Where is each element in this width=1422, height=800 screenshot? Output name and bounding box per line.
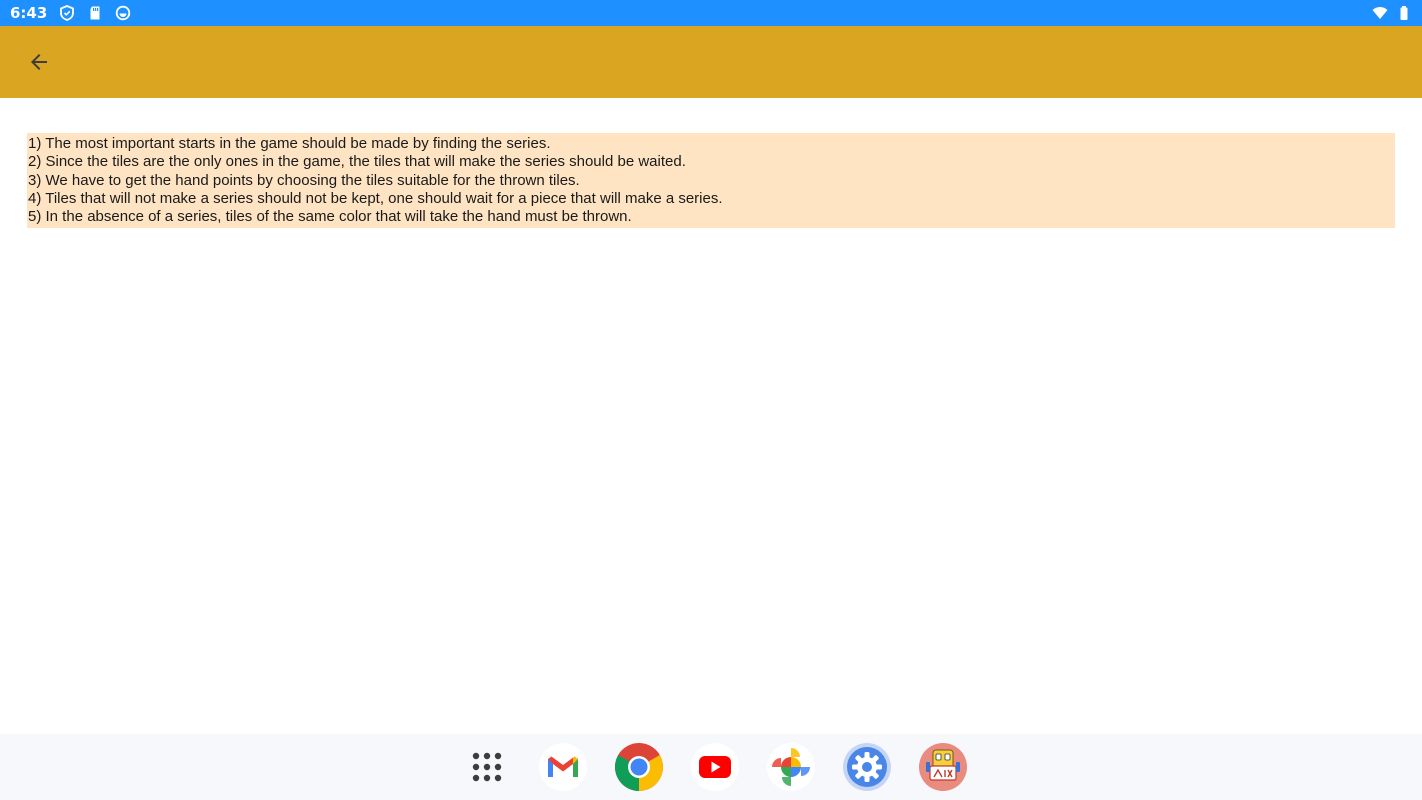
okey-game-app[interactable]: [918, 742, 968, 792]
youtube-icon: [691, 743, 739, 791]
app-bar: [0, 26, 1422, 98]
photos-app[interactable]: [766, 742, 816, 792]
rules-text-block: 1) The most important starts in the game…: [27, 133, 1395, 228]
all-apps-icon: [472, 752, 502, 782]
rule-line: 1) The most important starts in the game…: [28, 135, 551, 152]
shield-icon: [59, 5, 75, 21]
all-apps-button[interactable]: [462, 742, 512, 792]
settings-icon: [843, 743, 891, 791]
gmail-icon: [539, 743, 587, 791]
settings-app[interactable]: [842, 742, 892, 792]
app-dock: [454, 742, 968, 792]
chrome-app[interactable]: [614, 742, 664, 792]
wifi-icon: [1372, 5, 1388, 21]
status-left: 6:43: [10, 4, 131, 22]
okey-game-icon: [919, 743, 967, 791]
photos-icon: [767, 743, 815, 791]
sync-icon: [115, 5, 131, 21]
status-right: [1372, 5, 1412, 21]
back-button[interactable]: [15, 38, 63, 86]
chrome-icon: [614, 743, 664, 791]
gmail-app[interactable]: [538, 742, 588, 792]
status-bar: 6:43: [0, 0, 1422, 26]
rule-line: 3) We have to get the hand points by cho…: [28, 171, 580, 189]
taskbar: [0, 734, 1422, 800]
youtube-app[interactable]: [690, 742, 740, 792]
sd-card-icon: [87, 5, 103, 21]
rule-line: 5) In the absence of a series, tiles of …: [28, 208, 632, 226]
rule-line: 4) Tiles that will not make a series sho…: [28, 189, 723, 207]
status-time: 6:43: [10, 4, 48, 22]
rule-line: 2) Since the tiles are the only ones in …: [28, 153, 686, 171]
arrow-back-icon: [31, 54, 47, 70]
battery-icon: [1396, 5, 1412, 21]
